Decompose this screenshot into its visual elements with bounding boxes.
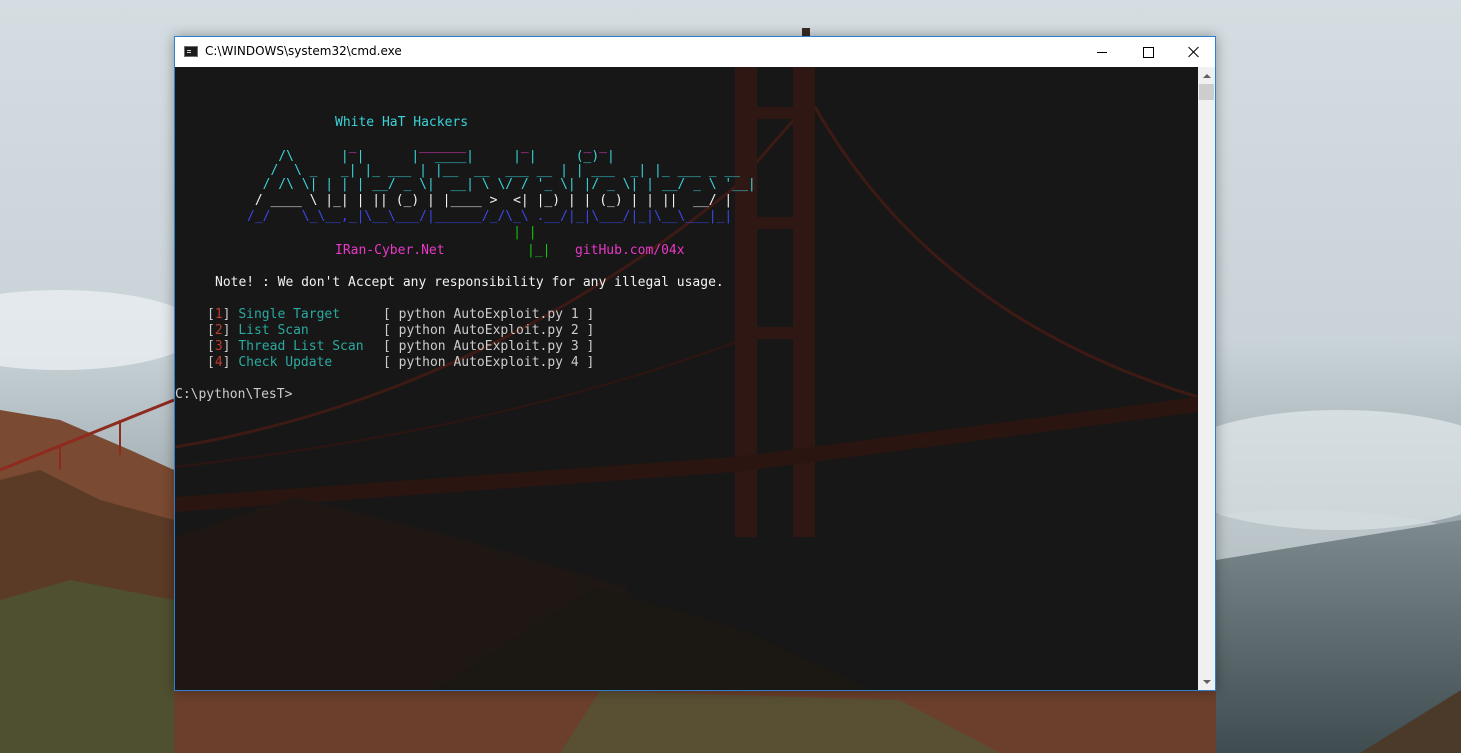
banner-line-7: | | xyxy=(247,225,537,240)
menu-item-4-num: 4 xyxy=(214,355,223,370)
close-icon xyxy=(1188,46,1200,58)
minimize-icon xyxy=(1097,51,1107,53)
site-text: IRan-Cyber.Net xyxy=(335,243,445,258)
scroll-down-button[interactable] xyxy=(1198,673,1215,690)
console-text: White HaT Hackers _ ______ _ _ _ /\ | | … xyxy=(175,67,1198,690)
arrow-up-icon xyxy=(1202,73,1211,78)
menu-item-4: [4] Check Update xyxy=(207,355,333,370)
menu-item-2-num: 2 xyxy=(214,323,223,338)
close-button[interactable] xyxy=(1171,37,1217,67)
note-text: Note! : We don't Accept any responsibili… xyxy=(215,275,724,290)
cmd-icon xyxy=(184,46,198,57)
banner-line-4: / /\ \| | | | __/ _ \| __| \ \/ / '_ \| … xyxy=(247,177,756,192)
command-prompt[interactable]: C:\python\TesT> xyxy=(175,387,292,403)
cmd-window: C:\WINDOWS\system32\cmd.exe White HaT Ha… xyxy=(174,36,1216,691)
menu-item-3-num: 3 xyxy=(214,339,223,354)
title-bar[interactable]: C:\WINDOWS\system32\cmd.exe xyxy=(175,37,1215,67)
vertical-scrollbar[interactable] xyxy=(1198,67,1215,690)
menu-item-4-label: Check Update xyxy=(238,355,333,370)
header-text: White HaT Hackers xyxy=(335,115,469,130)
menu-item-1-command: [ python AutoExploit.py 1 ] xyxy=(383,307,595,322)
banner-line-6: /_/ \_\__,_|\__\___/|______/_/\_\ .__/|_… xyxy=(247,209,733,224)
maximize-button[interactable] xyxy=(1125,37,1171,67)
arrow-down-icon xyxy=(1202,679,1211,684)
github-text: gitHub.com/04x xyxy=(575,243,685,258)
menu-item-4-command: [ python AutoExploit.py 4 ] xyxy=(383,355,595,370)
menu-item-3-command: [ python AutoExploit.py 3 ] xyxy=(383,339,595,354)
menu-item-1-num: 1 xyxy=(214,307,223,322)
scroll-up-button[interactable] xyxy=(1198,67,1215,84)
maximize-icon xyxy=(1142,46,1154,58)
menu-item-1: [1] Single Target xyxy=(207,307,341,322)
menu-item-1-label: Single Target xyxy=(238,307,341,322)
scroll-thumb[interactable] xyxy=(1199,84,1214,100)
menu-item-3: [3] Thread List Scan xyxy=(207,339,364,354)
console-output[interactable]: White HaT Hackers _ ______ _ _ _ /\ | | … xyxy=(175,67,1198,690)
menu-item-2-command: [ python AutoExploit.py 2 ] xyxy=(383,323,595,338)
banner-line-5: / ____ \ |_| | || (_) | |____ > <| |_) |… xyxy=(247,193,733,208)
menu-item-3-label: Thread List Scan xyxy=(238,339,364,354)
pipe-text: |_| xyxy=(527,243,551,258)
menu-item-2: [2] List Scan xyxy=(207,323,309,338)
menu-item-2-label: List Scan xyxy=(238,323,309,338)
window-title: C:\WINDOWS\system32\cmd.exe xyxy=(205,44,402,58)
minimize-button[interactable] xyxy=(1079,37,1125,67)
